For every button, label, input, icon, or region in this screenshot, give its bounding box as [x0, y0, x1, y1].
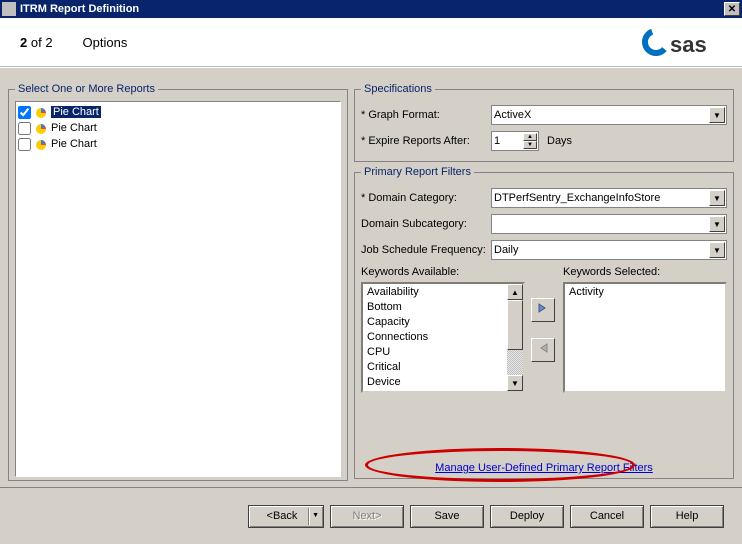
domain-subcategory-select[interactable]: ▼	[491, 214, 727, 234]
expire-unit: Days	[547, 135, 572, 147]
domain-category-label: * Domain Category:	[361, 192, 491, 204]
scrollbar[interactable]: ▲ ▼	[507, 284, 523, 391]
spinner-down-icon[interactable]: ▼	[523, 141, 537, 149]
pie-chart-icon	[34, 121, 48, 135]
report-checkbox[interactable]	[18, 106, 31, 119]
chevron-down-icon[interactable]: ▼	[709, 190, 725, 206]
keyword-item[interactable]: Critical	[365, 360, 521, 375]
reports-legend: Select One or More Reports	[15, 83, 158, 95]
report-item[interactable]: Pie Chart	[18, 120, 338, 136]
specifications-legend: Specifications	[361, 83, 435, 95]
title-bar: ITRM Report Definition ✕	[0, 0, 742, 18]
primary-filters-panel: Primary Report Filters * Domain Category…	[354, 166, 734, 479]
graph-format-select[interactable]: ActiveX ▼	[491, 105, 727, 125]
keywords-selected-label: Keywords Selected:	[563, 266, 727, 282]
job-frequency-value: Daily	[494, 244, 518, 256]
window-title: ITRM Report Definition	[20, 3, 724, 15]
scroll-thumb[interactable]	[507, 300, 523, 350]
step-current: 2	[20, 35, 27, 50]
specifications-panel: Specifications * Graph Format: ActiveX ▼…	[354, 83, 734, 162]
cancel-button[interactable]: Cancel	[570, 505, 644, 528]
domain-category-value: DTPerfSentry_ExchangeInfoStore	[494, 192, 660, 204]
save-button[interactable]: Save	[410, 505, 484, 528]
report-item-label: Pie Chart	[51, 138, 97, 150]
job-frequency-select[interactable]: Daily ▼	[491, 240, 727, 260]
close-button[interactable]: ✕	[724, 2, 740, 16]
report-item[interactable]: Pie Chart	[18, 104, 338, 120]
keywords-available-label: Keywords Available:	[361, 266, 525, 282]
domain-subcategory-label: Domain Subcategory:	[361, 218, 491, 230]
button-bar: <Back Next> Save Deploy Cancel Help	[0, 487, 742, 544]
app-icon	[2, 2, 16, 16]
sas-logo: sas	[642, 25, 722, 59]
keyword-item[interactable]: CPU	[365, 345, 521, 360]
report-item-label: Pie Chart	[51, 122, 97, 134]
report-item[interactable]: Pie Chart	[18, 136, 338, 152]
scroll-down-icon[interactable]: ▼	[507, 375, 523, 391]
keyword-item[interactable]: Bottom	[365, 300, 521, 315]
next-button: Next>	[330, 505, 404, 528]
keyword-item[interactable]: Device	[365, 375, 521, 390]
reports-panel: Select One or More Reports Pie Chart Pie…	[8, 83, 348, 481]
reports-list[interactable]: Pie Chart Pie Chart Pie Chart	[15, 101, 341, 477]
add-keyword-button[interactable]	[531, 298, 555, 322]
chevron-down-icon[interactable]: ▼	[709, 107, 725, 123]
domain-category-select[interactable]: DTPerfSentry_ExchangeInfoStore ▼	[491, 188, 727, 208]
wizard-header: 2 of 2 Options sas	[0, 18, 742, 66]
chevron-down-icon[interactable]: ▼	[709, 242, 725, 258]
pie-chart-icon	[34, 137, 48, 151]
keywords-selected-list[interactable]: Activity	[563, 282, 727, 393]
keyword-item[interactable]: Capacity	[365, 315, 521, 330]
keyword-item[interactable]: Activity	[567, 285, 723, 300]
step-total: of 2	[31, 35, 53, 50]
expire-value: 1	[494, 135, 500, 147]
back-button[interactable]: <Back	[248, 505, 324, 528]
spinner-up-icon[interactable]: ▲	[523, 133, 537, 141]
graph-format-value: ActiveX	[494, 109, 531, 121]
options-label: Options	[83, 35, 128, 50]
pie-chart-icon	[34, 105, 48, 119]
report-item-label: Pie Chart	[51, 106, 101, 118]
expire-label: * Expire Reports After:	[361, 135, 491, 147]
manage-filters-link[interactable]: Manage User-Defined Primary Report Filte…	[435, 462, 653, 474]
job-frequency-label: Job Schedule Frequency:	[361, 244, 491, 256]
remove-keyword-button[interactable]	[531, 338, 555, 362]
report-checkbox[interactable]	[18, 138, 31, 151]
graph-format-label: * Graph Format:	[361, 109, 491, 121]
keywords-available-list[interactable]: Availability Bottom Capacity Connections…	[361, 282, 525, 393]
chevron-down-icon[interactable]: ▼	[709, 216, 725, 232]
keyword-item[interactable]: Availability	[365, 285, 521, 300]
keyword-item[interactable]: Connections	[365, 330, 521, 345]
scroll-up-icon[interactable]: ▲	[507, 284, 523, 300]
deploy-button[interactable]: Deploy	[490, 505, 564, 528]
filters-legend: Primary Report Filters	[361, 166, 474, 178]
help-button[interactable]: Help	[650, 505, 724, 528]
report-checkbox[interactable]	[18, 122, 31, 135]
step-indicator: 2 of 2	[20, 35, 53, 50]
svg-text:sas: sas	[670, 32, 707, 57]
expire-spinner[interactable]: 1 ▲ ▼	[491, 131, 539, 151]
